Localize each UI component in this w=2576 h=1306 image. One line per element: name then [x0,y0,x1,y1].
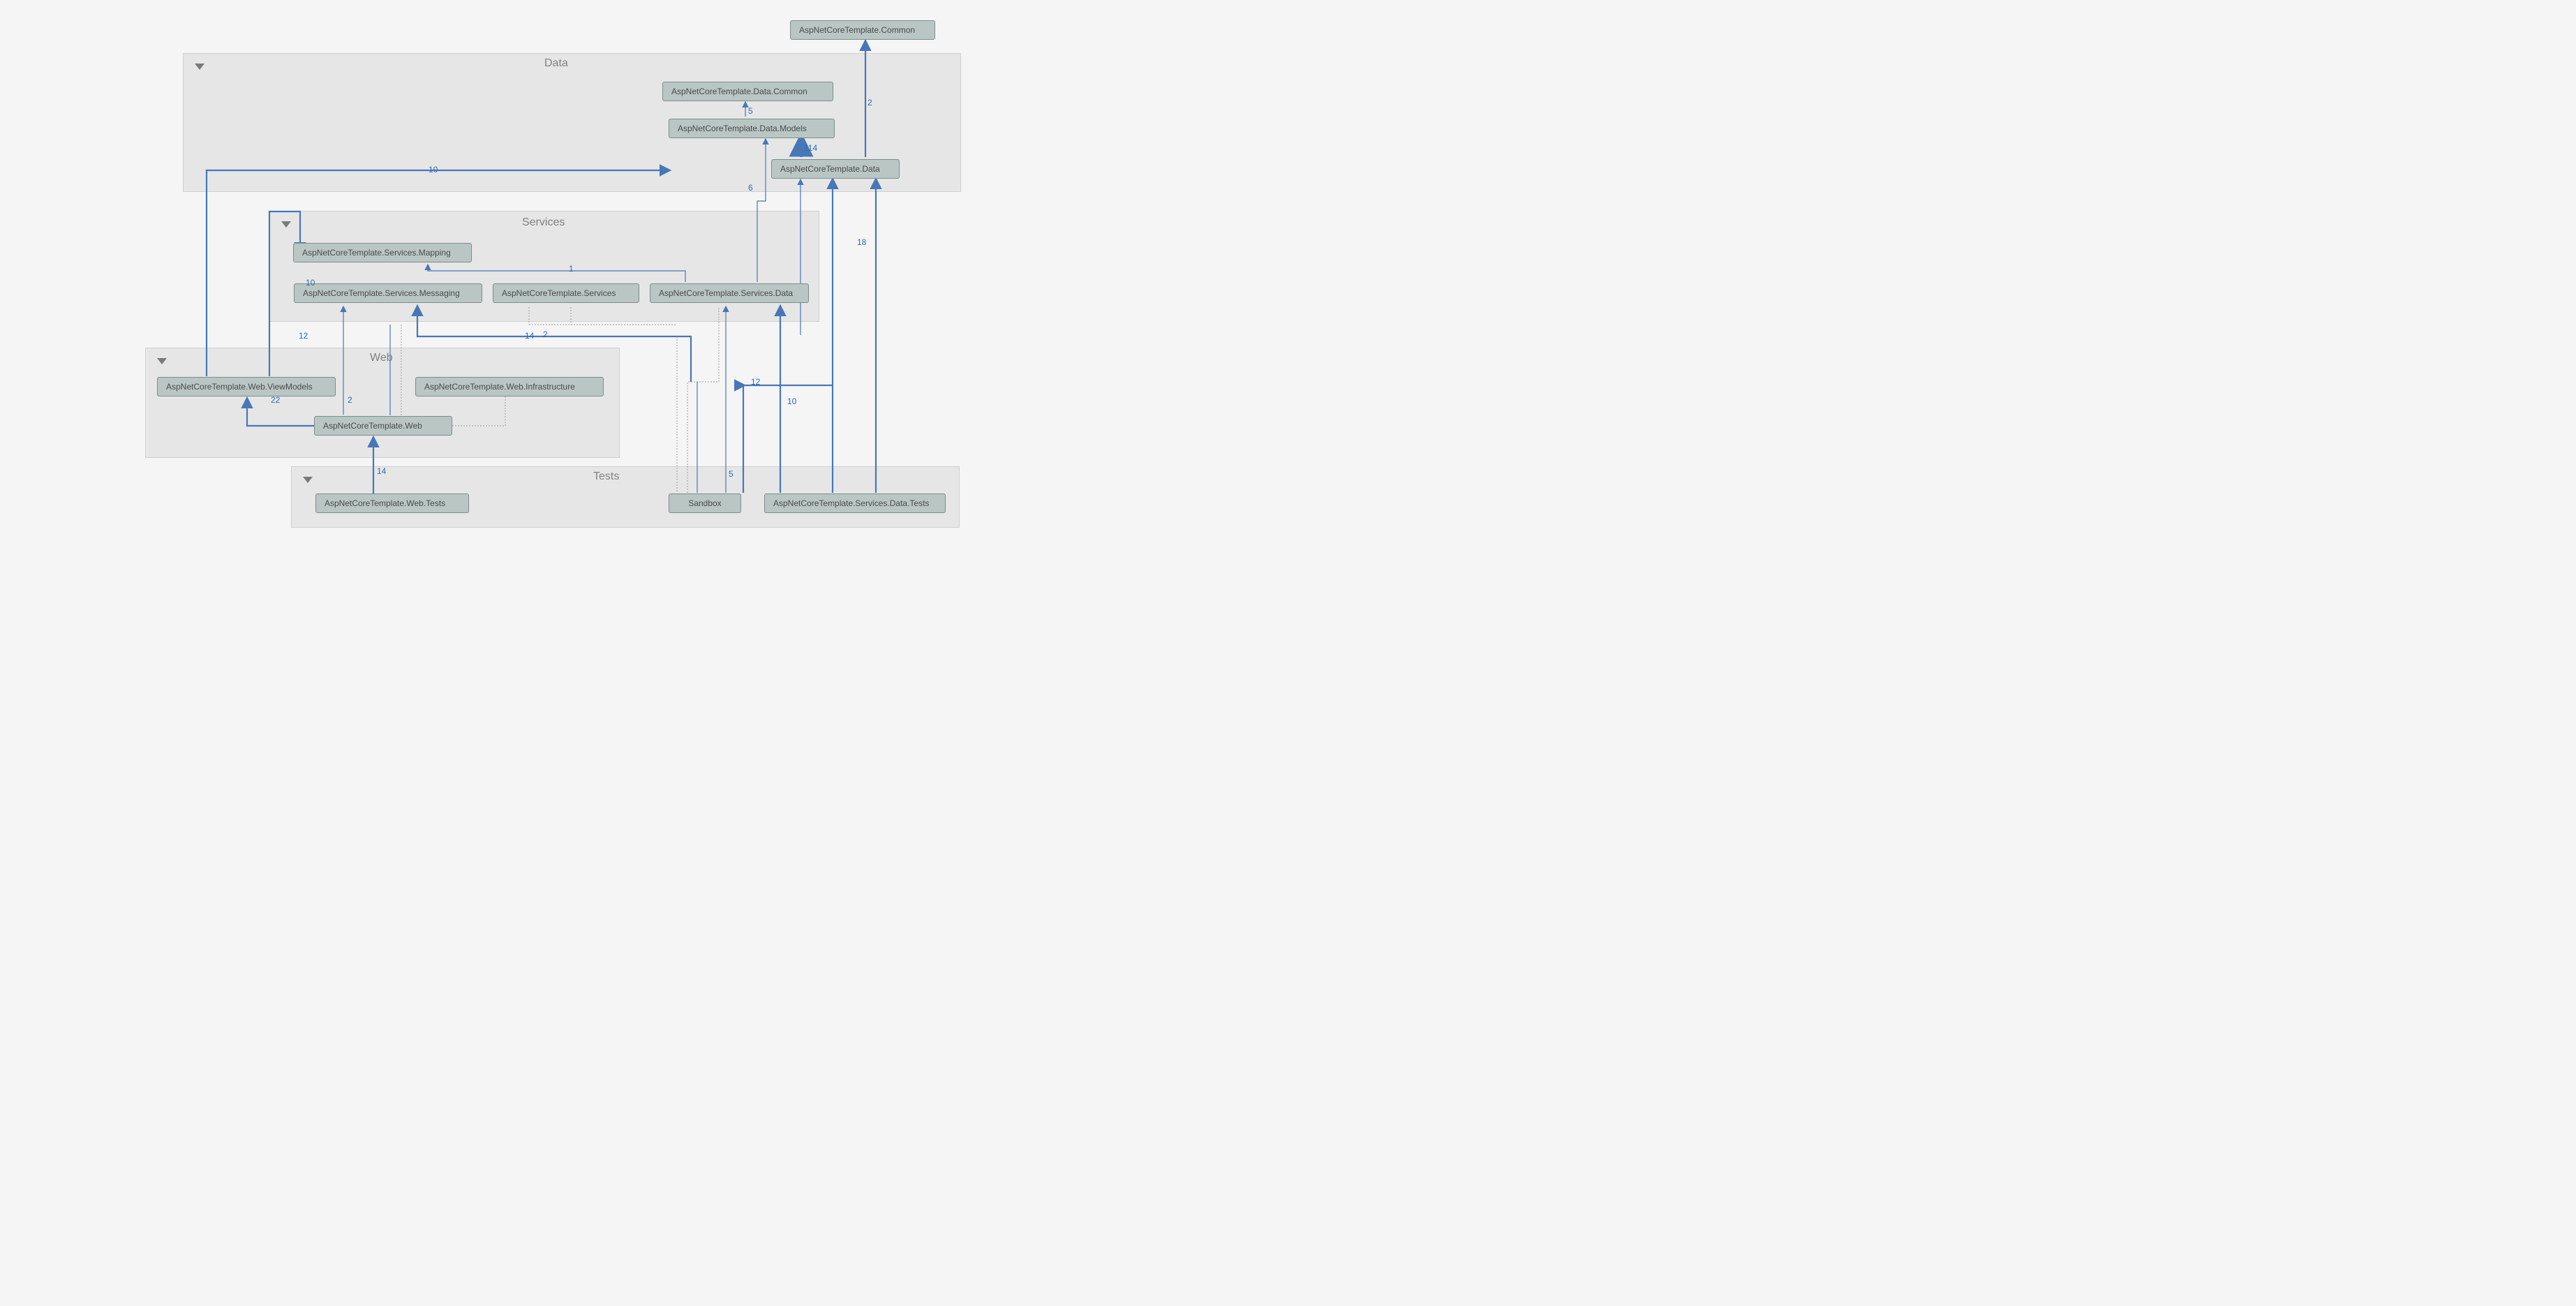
chevron-down-icon[interactable] [281,221,291,228]
edge-label: 5 [748,106,753,116]
edge-label: 22 [271,395,280,405]
edge-label: 10 [429,165,438,175]
edge-label: 14 [525,331,534,341]
edge-label: 5 [729,469,734,479]
edge-label: 114 [804,143,817,153]
node-data-models[interactable]: AspNetCoreTemplate.Data.Models [669,119,835,138]
node-web[interactable]: AspNetCoreTemplate.Web [314,416,452,436]
group-title-services: Services [522,216,565,229]
node-web-viewmodels[interactable]: AspNetCoreTemplate.Web.ViewModels [157,377,336,396]
edge-label: 2 [543,329,548,339]
node-svc[interactable]: AspNetCoreTemplate.Services [493,283,639,303]
chevron-down-icon[interactable] [195,64,204,70]
node-web-infra[interactable]: AspNetCoreTemplate.Web.Infrastructure [415,377,604,396]
chevron-down-icon[interactable] [157,358,167,364]
node-web-tests[interactable]: AspNetCoreTemplate.Web.Tests [315,494,469,513]
edge-label: 6 [748,183,753,193]
edge-label: 2 [868,98,872,107]
node-svc-data-tests[interactable]: AspNetCoreTemplate.Services.Data.Tests [764,494,946,513]
chevron-down-icon[interactable] [303,477,313,483]
group-title-tests: Tests [593,470,619,483]
diagram-canvas: Data Services Web Tests [0,0,1059,537]
node-data-common[interactable]: AspNetCoreTemplate.Data.Common [662,82,833,101]
node-svc-mapping[interactable]: AspNetCoreTemplate.Services.Mapping [293,243,472,262]
group-title-data: Data [544,57,568,70]
group-title-web: Web [370,352,393,364]
edge-label: 18 [857,237,866,247]
node-svc-messaging[interactable]: AspNetCoreTemplate.Services.Messaging [294,283,482,303]
node-data[interactable]: AspNetCoreTemplate.Data [771,159,900,179]
edge-label: 2 [348,395,352,405]
node-common[interactable]: AspNetCoreTemplate.Common [790,20,935,40]
node-sandbox[interactable]: Sandbox [669,494,741,513]
edge-label: 10 [306,278,315,288]
edge-label: 14 [377,466,386,476]
edge-label: 1 [569,264,574,274]
edge-label: 10 [787,396,796,406]
node-svc-data[interactable]: AspNetCoreTemplate.Services.Data [650,283,809,303]
edge-label: 12 [751,377,760,387]
edge-label: 12 [299,331,308,341]
